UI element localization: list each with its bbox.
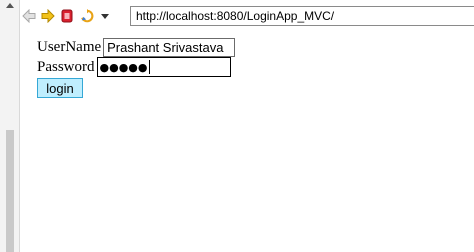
- username-label: UserName: [37, 38, 102, 55]
- username-field[interactable]: Prashant Srivastava: [103, 37, 236, 57]
- left-scrollbar[interactable]: [0, 0, 20, 252]
- browser-window: http://localhost:8080/LoginApp_MVC/ User…: [0, 0, 474, 252]
- login-button[interactable]: login: [37, 78, 83, 98]
- scroll-up-icon[interactable]: [6, 3, 14, 8]
- username-row: UserName Prashant Srivastava: [37, 37, 236, 57]
- stop-icon[interactable]: [60, 9, 74, 23]
- refresh-icon[interactable]: [80, 9, 94, 23]
- forward-arrow-icon[interactable]: [41, 9, 55, 23]
- password-field[interactable]: ●●●●●: [96, 57, 231, 77]
- back-arrow-icon[interactable]: [22, 9, 36, 23]
- dropdown-icon[interactable]: [98, 9, 112, 23]
- url-bar[interactable]: http://localhost:8080/LoginApp_MVC/: [130, 6, 474, 26]
- scrollbar-thumb[interactable]: [6, 130, 14, 252]
- password-label: Password: [37, 58, 95, 75]
- password-row: Password ●●●●●: [37, 57, 231, 77]
- text-caret: [148, 60, 150, 74]
- browser-toolbar: http://localhost:8080/LoginApp_MVC/: [20, 0, 474, 32]
- page-content: UserName Prashant Srivastava Password ●●…: [20, 32, 474, 252]
- password-mask: ●●●●●: [99, 60, 148, 74]
